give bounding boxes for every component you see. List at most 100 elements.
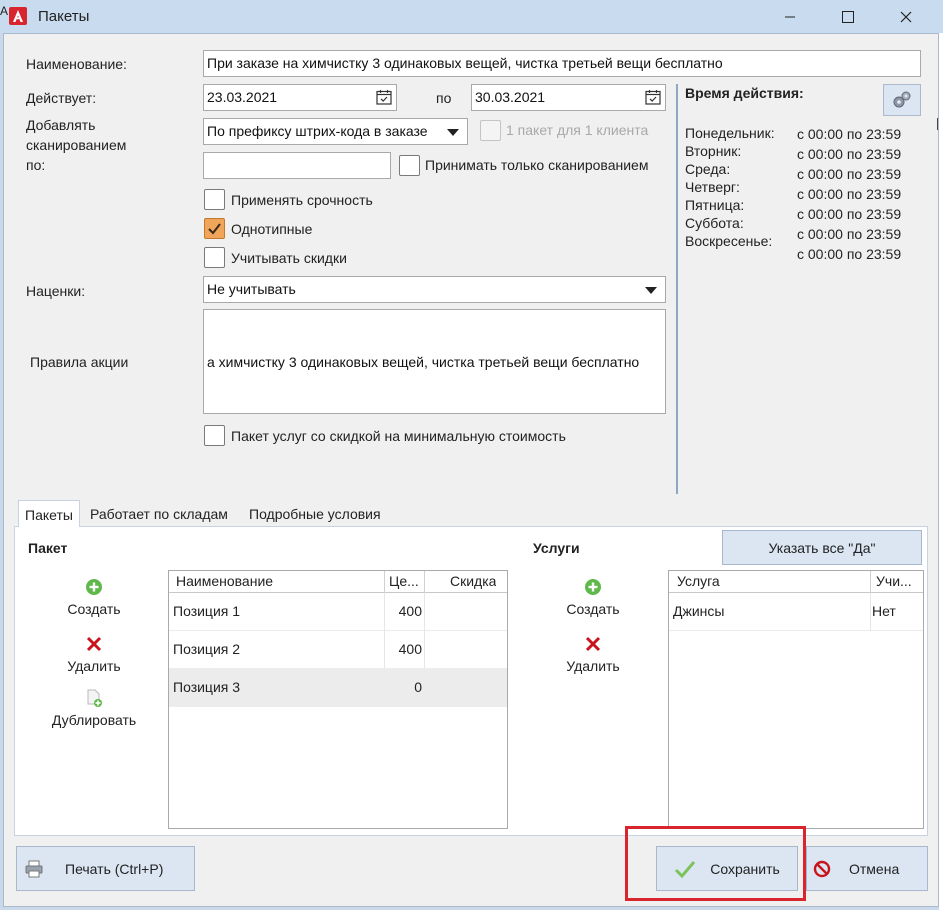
column-header-discount[interactable]: Скидка <box>450 573 496 589</box>
cell-separator <box>424 593 425 631</box>
schedule-day: Суббота: <box>685 215 744 231</box>
delete-service-label: Удалить <box>566 658 620 674</box>
create-service-label: Создать <box>566 601 620 617</box>
cell-name: Позиция 1 <box>173 603 241 619</box>
one-pack-label: 1 пакет для 1 клиента <box>506 122 649 138</box>
delete-x-icon <box>585 636 601 652</box>
maximize-icon <box>842 10 854 23</box>
cell-price: 400 <box>398 641 422 657</box>
delete-x-icon <box>86 636 102 652</box>
services-grid-header: Услуга Учи... <box>669 571 923 593</box>
duplicate-icon <box>87 689 102 707</box>
column-header-name[interactable]: Наименование <box>176 573 273 589</box>
schedule-title: Время действия: <box>685 85 804 101</box>
schedule-time: с 00:00 по 23:59 <box>797 126 902 142</box>
date-from-input[interactable]: 23.03.2021 <box>203 84 397 111</box>
minimize-icon <box>785 16 795 17</box>
set-all-yes-button[interactable]: Указать все "Да" <box>722 530 922 565</box>
schedule-settings-button[interactable] <box>883 84 921 116</box>
background-window-edge <box>939 33 943 910</box>
one-pack-checkbox[interactable] <box>480 120 501 141</box>
name-label: Наименование: <box>26 56 127 72</box>
cell-name: Позиция 3 <box>173 679 241 695</box>
discount-label: Учитывать скидки <box>231 250 347 266</box>
close-button[interactable] <box>880 0 932 33</box>
cell-price: 0 <box>414 679 422 695</box>
create-package-button[interactable]: Создать <box>44 578 144 617</box>
schedule-day: Воскресенье: <box>685 233 773 249</box>
schedule-times: с 00:00 по 23:59 с 00:00 по 23:59 с 00:0… <box>797 124 901 264</box>
discount-checkbox[interactable] <box>204 247 225 268</box>
only-scan-label: Принимать только сканированием <box>425 157 649 173</box>
valid-label: Действует: <box>26 90 97 106</box>
packages-title: Пакет <box>28 540 68 556</box>
markup-select[interactable]: Не учитывать <box>203 276 666 303</box>
printer-icon <box>25 860 43 877</box>
services-title: Услуги <box>533 540 580 556</box>
column-header-service[interactable]: Услуга <box>677 573 720 589</box>
tab-packages[interactable]: Пакеты <box>18 500 80 527</box>
schedule-day: Вторник: <box>685 143 742 159</box>
date-to-value: 30.03.2021 <box>475 89 546 105</box>
markup-label: Наценки: <box>26 283 86 299</box>
cancel-label: Отмена <box>849 860 900 877</box>
background-window-glyph: A <box>0 4 9 18</box>
table-row[interactable]: Джинсы Нет <box>669 593 923 631</box>
services-grid[interactable]: Услуга Учи... Джинсы Нет <box>668 570 924 829</box>
tab-warehouses[interactable]: Работает по складам <box>84 500 234 527</box>
table-row[interactable]: Позиция 2 400 <box>169 631 507 669</box>
name-input[interactable]: При заказе на химчистку 3 одинаковых вещ… <box>203 50 921 77</box>
date-to-input[interactable]: 30.03.2021 <box>471 84 666 111</box>
minimize-button[interactable] <box>764 0 816 33</box>
tab-detailed-conditions[interactable]: Подробные условия <box>243 500 387 527</box>
packages-grid[interactable]: Наименование Це... Скидка Позиция 1 400 … <box>168 570 508 829</box>
gear-icon <box>893 91 911 108</box>
print-label: Печать (Ctrl+P) <box>65 860 164 877</box>
column-separator <box>384 571 385 593</box>
table-row-selected[interactable]: Позиция 3 0 <box>169 669 507 707</box>
urgency-label: Применять срочность <box>231 192 373 208</box>
delete-package-button[interactable]: Удалить <box>44 636 144 674</box>
rules-textarea[interactable]: а химчистку 3 одинаковых вещей, чистка т… <box>203 309 666 414</box>
min-cost-label: Пакет услуг со скидкой на минимальную ст… <box>231 428 566 444</box>
app-logo-icon <box>9 7 27 25</box>
duplicate-package-label: Дублировать <box>51 712 137 728</box>
cell-separator <box>424 631 425 669</box>
scan-mode-value: По префиксу штрих-кода в заказе <box>207 123 428 139</box>
cell-flag: Нет <box>872 603 896 619</box>
add-circle-icon <box>585 579 601 595</box>
background-window-mark <box>937 118 943 130</box>
cancel-button[interactable]: Отмена <box>806 846 928 891</box>
calendar-icon[interactable] <box>376 89 392 105</box>
urgency-checkbox[interactable] <box>204 189 225 210</box>
scan-mode-select[interactable]: По префиксу штрих-кода в заказе <box>203 118 468 145</box>
print-button[interactable]: Печать (Ctrl+P) <box>16 846 195 891</box>
scan-input[interactable] <box>203 152 391 179</box>
chevron-down-icon <box>447 129 459 136</box>
delete-service-button[interactable]: Удалить <box>543 636 643 674</box>
add-scan-label: Добавлять сканированием по: <box>26 117 127 173</box>
schedule-days: Понедельник: Вторник: Среда: Четверг: Пя… <box>685 124 775 250</box>
column-header-accounting[interactable]: Учи... <box>876 573 920 589</box>
cell-separator <box>870 593 871 631</box>
create-service-button[interactable]: Создать <box>543 578 643 617</box>
min-cost-checkbox[interactable] <box>204 425 225 446</box>
date-from-value: 23.03.2021 <box>207 89 278 105</box>
cell-service: Джинсы <box>673 603 725 619</box>
check-icon <box>208 223 221 235</box>
only-scan-checkbox[interactable] <box>399 155 420 176</box>
table-row[interactable]: Позиция 1 400 <box>169 593 507 631</box>
markup-value: Не учитывать <box>207 281 296 297</box>
schedule-day: Среда: <box>685 161 731 177</box>
column-header-price[interactable]: Це... <box>389 573 423 589</box>
window-title: Пакеты <box>38 8 90 25</box>
same-type-checkbox[interactable] <box>204 218 225 239</box>
maximize-button[interactable] <box>822 0 874 33</box>
schedule-day: Четверг: <box>685 179 740 195</box>
same-type-label: Однотипные <box>231 221 313 237</box>
cell-name: Позиция 2 <box>173 641 241 657</box>
schedule-time: с 00:00 по 23:59 <box>797 246 902 262</box>
calendar-icon[interactable] <box>645 89 661 105</box>
schedule-day: Пятница: <box>685 197 745 213</box>
duplicate-package-button[interactable]: Дублировать <box>44 688 144 728</box>
